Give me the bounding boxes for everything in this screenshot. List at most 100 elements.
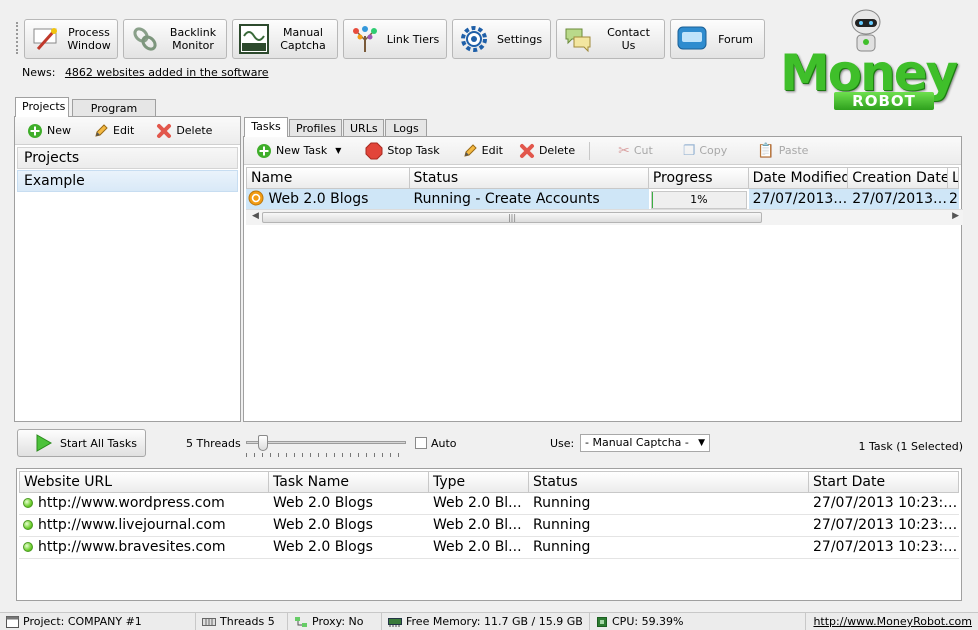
slider-ticks (246, 453, 406, 457)
site-url: http://www.wordpress.com (38, 495, 225, 511)
scroll-left-icon[interactable]: ◀ (252, 211, 259, 221)
site-url: http://www.livejournal.com (38, 517, 226, 533)
stop-task-button[interactable]: Stop Task (359, 140, 445, 162)
link-tiers-button[interactable]: Link Tiers (343, 19, 447, 59)
red-x-icon (157, 123, 172, 138)
col-creation-date[interactable]: Creation Date (848, 167, 948, 189)
tab-projects[interactable]: Projects (15, 97, 69, 117)
scroll-right-icon[interactable]: ▶ (952, 211, 959, 221)
backlink-monitor-button[interactable]: Backlink Monitor (123, 19, 227, 59)
contact-us-button[interactable]: Contact Us (556, 19, 665, 59)
tab-profiles[interactable]: Profiles (289, 119, 342, 137)
col-status[interactable]: Status (409, 167, 649, 189)
stop-task-label: Stop Task (387, 144, 440, 157)
news-label: News: (22, 66, 56, 79)
process-window-button[interactable]: Process Window (24, 19, 118, 59)
tab-tasks[interactable]: Tasks (244, 117, 288, 137)
col-start-date[interactable]: Start Date (809, 471, 959, 493)
task-date-modified: 27/07/2013 ... (748, 189, 849, 210)
news-link[interactable]: 4862 websites added in the software (65, 66, 269, 79)
site-row[interactable]: http://www.bravesites.com Web 2.0 Blogs … (19, 537, 959, 559)
tab-logs[interactable]: Logs (385, 119, 427, 137)
edit-project-button[interactable]: Edit (87, 121, 140, 141)
task-creation-date: 27/07/2013 ... (848, 189, 949, 210)
contact-us-label: Contact Us (607, 26, 650, 52)
site-start: 27/07/2013 10:23:25 (813, 495, 959, 511)
tree-icon (350, 24, 380, 54)
site-task: Web 2.0 Blogs (273, 539, 373, 555)
red-x-icon (519, 143, 534, 158)
site-type: Web 2.0 Bl... (433, 517, 522, 533)
col-task-name[interactable]: Task Name (269, 471, 429, 493)
settings-button[interactable]: Settings (452, 19, 551, 59)
status-bar: Project: COMPANY #1 Threads 5 Proxy: No … (0, 612, 978, 630)
use-label: Use: (550, 437, 575, 450)
paste-label: Paste (778, 144, 809, 157)
threads-slider[interactable] (246, 435, 406, 457)
col-extra[interactable]: L (948, 167, 959, 189)
start-all-tasks-button[interactable]: Start All Tasks (17, 429, 146, 457)
money-robot-logo: Money ROBOT (780, 8, 970, 112)
tasks-toolbar: New Task ▼ Stop Task Edit Delete ✂ Cut ❐… (244, 137, 961, 165)
forum-icon (677, 24, 707, 54)
col-date-modified[interactable]: Date Modified (748, 167, 849, 189)
process-icon (31, 24, 61, 54)
cpu-icon (597, 616, 607, 627)
forum-label: Forum (718, 32, 753, 46)
status-project: Project: COMPANY #1 (0, 612, 196, 630)
col-status[interactable]: Status (529, 471, 809, 493)
chevron-down-icon: ▼ (698, 438, 705, 448)
site-row[interactable]: http://www.wordpress.com Web 2.0 Blogs W… (19, 493, 959, 515)
tab-urls[interactable]: URLs (343, 119, 384, 137)
task-name-cell: Web 2.0 Blogs (246, 189, 410, 210)
chevron-down-icon[interactable]: ▼ (335, 146, 341, 155)
scroll-thumb[interactable]: ||| (262, 212, 762, 223)
pencil-icon (463, 143, 477, 157)
tab-program-logs[interactable]: Program Logs (72, 99, 156, 132)
site-task: Web 2.0 Blogs (273, 517, 373, 533)
new-task-button[interactable]: New Task ▼ (250, 141, 347, 161)
clipboard-icon: 📋 (757, 142, 775, 159)
status-threads: Threads 5 (196, 612, 288, 630)
copy-label: Copy (699, 144, 728, 157)
toolbar-grip[interactable] (16, 22, 19, 54)
auto-checkbox[interactable] (415, 437, 427, 449)
copy-button[interactable]: ❐ Copy (677, 141, 733, 161)
task-name: Web 2.0 Blogs (268, 191, 369, 207)
moneyrobot-website-link[interactable]: http://www.MoneyRobot.com (813, 615, 972, 628)
manual-captcha-button[interactable]: Manual Captcha (232, 19, 338, 59)
start-all-label: Start All Tasks (60, 436, 137, 450)
forum-button[interactable]: Forum (670, 19, 765, 59)
toolbar-separator (589, 141, 591, 160)
captcha-mode-select[interactable]: - Manual Captcha - ▼ (580, 434, 710, 452)
col-type[interactable]: Type (429, 471, 529, 493)
site-row[interactable]: http://www.livejournal.com Web 2.0 Blogs… (19, 515, 959, 537)
slider-knob[interactable] (258, 435, 268, 451)
delete-task-button[interactable]: Delete (513, 141, 581, 161)
pencil-icon (95, 123, 108, 137)
window-icon (6, 615, 19, 628)
status-cpu: CPU: 59.39% (590, 612, 806, 630)
cut-button[interactable]: ✂ Cut (612, 141, 659, 161)
col-progress[interactable]: Progress (648, 167, 749, 189)
backlink-monitor-label: Backlink Monitor (169, 26, 217, 52)
scissors-icon: ✂ (618, 142, 630, 159)
delete-project-button[interactable]: Delete (150, 121, 218, 141)
link-tiers-label: Link Tiers (386, 32, 440, 46)
site-status: Running (533, 495, 591, 511)
captcha-code-icon (239, 24, 269, 54)
tasks-grid-header: Name Status Progress Date Modified Creat… (246, 167, 959, 189)
col-name[interactable]: Name (246, 167, 410, 189)
col-website-url[interactable]: Website URL (19, 471, 269, 493)
new-project-button[interactable]: New (21, 121, 77, 141)
memory-chip-icon (388, 617, 402, 627)
tasks-horizontal-scrollbar[interactable]: ◀ ||| ▶ (246, 209, 963, 225)
edit-task-button[interactable]: Edit (456, 141, 509, 161)
paste-button[interactable]: 📋 Paste (751, 141, 814, 161)
status-project-text: Project: COMPANY #1 (23, 615, 142, 628)
site-status: Running (533, 517, 591, 533)
task-row[interactable]: Web 2.0 Blogs Running - Create Accounts … (246, 189, 959, 211)
sites-grid: Website URL Task Name Type Status Start … (16, 468, 962, 601)
project-item-example[interactable]: Example (17, 170, 238, 192)
settings-label: Settings (496, 32, 543, 46)
